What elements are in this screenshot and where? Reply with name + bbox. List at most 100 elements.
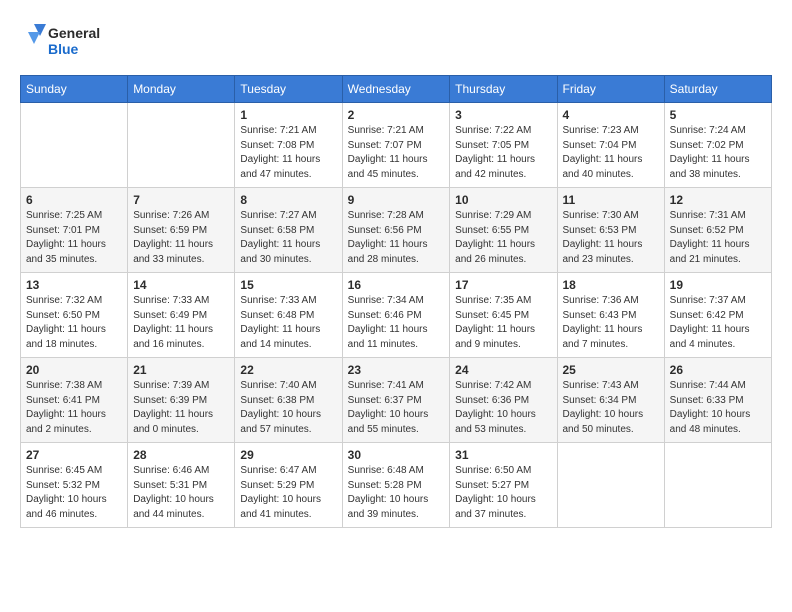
calendar-cell: 24 Sunrise: 7:42 AM Sunset: 6:36 PM Dayli…	[450, 358, 557, 443]
day-info: Sunrise: 7:26 AM Sunset: 6:59 PM Dayligh…	[133, 209, 229, 267]
day-number: 22	[240, 363, 336, 377]
day-number: 15	[240, 278, 336, 292]
day-number: 26	[670, 363, 766, 377]
day-info: Sunrise: 7:33 AM Sunset: 6:49 PM Dayligh…	[133, 294, 229, 352]
day-info: Sunrise: 7:43 AM Sunset: 6:34 PM Dayligh…	[563, 379, 659, 437]
day-info: Sunrise: 7:32 AM Sunset: 6:50 PM Dayligh…	[26, 294, 122, 352]
calendar-cell: 30 Sunrise: 6:48 AM Sunset: 5:28 PM Dayli…	[342, 443, 450, 528]
day-number: 8	[240, 193, 336, 207]
calendar-cell: 22 Sunrise: 7:40 AM Sunset: 6:38 PM Dayli…	[235, 358, 342, 443]
weekday-header-saturday: Saturday	[664, 76, 771, 103]
day-number: 9	[348, 193, 445, 207]
day-number: 2	[348, 108, 445, 122]
svg-text:General: General	[48, 25, 100, 41]
weekday-header-thursday: Thursday	[450, 76, 557, 103]
day-number: 28	[133, 448, 229, 462]
day-number: 20	[26, 363, 122, 377]
day-info: Sunrise: 7:30 AM Sunset: 6:53 PM Dayligh…	[563, 209, 659, 267]
calendar-cell	[557, 443, 664, 528]
day-number: 25	[563, 363, 659, 377]
day-number: 23	[348, 363, 445, 377]
calendar-cell: 10 Sunrise: 7:29 AM Sunset: 6:55 PM Dayli…	[450, 188, 557, 273]
day-info: Sunrise: 7:31 AM Sunset: 6:52 PM Dayligh…	[670, 209, 766, 267]
calendar-table: SundayMondayTuesdayWednesdayThursdayFrid…	[20, 75, 772, 528]
day-info: Sunrise: 6:48 AM Sunset: 5:28 PM Dayligh…	[348, 464, 445, 522]
logo-svg: General Blue	[20, 20, 110, 65]
calendar-cell: 20 Sunrise: 7:38 AM Sunset: 6:41 PM Dayli…	[21, 358, 128, 443]
calendar-cell: 14 Sunrise: 7:33 AM Sunset: 6:49 PM Dayli…	[128, 273, 235, 358]
day-info: Sunrise: 7:24 AM Sunset: 7:02 PM Dayligh…	[670, 124, 766, 182]
weekday-header-friday: Friday	[557, 76, 664, 103]
day-number: 16	[348, 278, 445, 292]
day-info: Sunrise: 7:28 AM Sunset: 6:56 PM Dayligh…	[348, 209, 445, 267]
day-info: Sunrise: 7:25 AM Sunset: 7:01 PM Dayligh…	[26, 209, 122, 267]
calendar-cell: 29 Sunrise: 6:47 AM Sunset: 5:29 PM Dayli…	[235, 443, 342, 528]
calendar-cell	[128, 103, 235, 188]
calendar-cell: 28 Sunrise: 6:46 AM Sunset: 5:31 PM Dayli…	[128, 443, 235, 528]
calendar-cell: 26 Sunrise: 7:44 AM Sunset: 6:33 PM Dayli…	[664, 358, 771, 443]
day-info: Sunrise: 7:38 AM Sunset: 6:41 PM Dayligh…	[26, 379, 122, 437]
calendar-header: SundayMondayTuesdayWednesdayThursdayFrid…	[21, 76, 772, 103]
day-info: Sunrise: 7:34 AM Sunset: 6:46 PM Dayligh…	[348, 294, 445, 352]
day-number: 17	[455, 278, 551, 292]
calendar-cell	[21, 103, 128, 188]
day-number: 31	[455, 448, 551, 462]
day-number: 24	[455, 363, 551, 377]
day-number: 29	[240, 448, 336, 462]
calendar-cell: 7 Sunrise: 7:26 AM Sunset: 6:59 PM Daylig…	[128, 188, 235, 273]
calendar-cell: 23 Sunrise: 7:41 AM Sunset: 6:37 PM Dayli…	[342, 358, 450, 443]
calendar-cell: 19Sunrise: 7:37 AM Sunset: 6:42 PM Dayli…	[664, 273, 771, 358]
day-info: Sunrise: 7:21 AM Sunset: 7:07 PM Dayligh…	[348, 124, 445, 182]
day-info: Sunrise: 7:42 AM Sunset: 6:36 PM Dayligh…	[455, 379, 551, 437]
calendar-week-2: 6Sunrise: 7:25 AM Sunset: 7:01 PM Daylig…	[21, 188, 772, 273]
day-info: Sunrise: 6:46 AM Sunset: 5:31 PM Dayligh…	[133, 464, 229, 522]
calendar-cell: 6Sunrise: 7:25 AM Sunset: 7:01 PM Daylig…	[21, 188, 128, 273]
calendar-cell	[664, 443, 771, 528]
day-number: 13	[26, 278, 122, 292]
day-info: Sunrise: 7:44 AM Sunset: 6:33 PM Dayligh…	[670, 379, 766, 437]
calendar-cell: 5 Sunrise: 7:24 AM Sunset: 7:02 PM Daylig…	[664, 103, 771, 188]
day-number: 10	[455, 193, 551, 207]
calendar-cell: 25 Sunrise: 7:43 AM Sunset: 6:34 PM Dayli…	[557, 358, 664, 443]
calendar-week-4: 20 Sunrise: 7:38 AM Sunset: 6:41 PM Dayli…	[21, 358, 772, 443]
calendar-cell: 21 Sunrise: 7:39 AM Sunset: 6:39 PM Dayli…	[128, 358, 235, 443]
day-info: Sunrise: 7:36 AM Sunset: 6:43 PM Dayligh…	[563, 294, 659, 352]
day-number: 11	[563, 193, 659, 207]
day-number: 5	[670, 108, 766, 122]
day-info: Sunrise: 7:35 AM Sunset: 6:45 PM Dayligh…	[455, 294, 551, 352]
day-info: Sunrise: 7:40 AM Sunset: 6:38 PM Dayligh…	[240, 379, 336, 437]
day-number: 14	[133, 278, 229, 292]
calendar-cell: 13 Sunrise: 7:32 AM Sunset: 6:50 PM Dayli…	[21, 273, 128, 358]
day-number: 4	[563, 108, 659, 122]
calendar-cell: 27Sunrise: 6:45 AM Sunset: 5:32 PM Dayli…	[21, 443, 128, 528]
calendar-cell: 16 Sunrise: 7:34 AM Sunset: 6:46 PM Dayli…	[342, 273, 450, 358]
day-number: 3	[455, 108, 551, 122]
day-info: Sunrise: 7:41 AM Sunset: 6:37 PM Dayligh…	[348, 379, 445, 437]
calendar-cell: 18 Sunrise: 7:36 AM Sunset: 6:43 PM Dayli…	[557, 273, 664, 358]
day-info: Sunrise: 6:47 AM Sunset: 5:29 PM Dayligh…	[240, 464, 336, 522]
day-number: 1	[240, 108, 336, 122]
day-number: 18	[563, 278, 659, 292]
calendar-cell: 9 Sunrise: 7:28 AM Sunset: 6:56 PM Daylig…	[342, 188, 450, 273]
calendar-week-1: 1Sunrise: 7:21 AM Sunset: 7:08 PM Daylig…	[21, 103, 772, 188]
calendar-week-5: 27Sunrise: 6:45 AM Sunset: 5:32 PM Dayli…	[21, 443, 772, 528]
calendar-cell: 8 Sunrise: 7:27 AM Sunset: 6:58 PM Daylig…	[235, 188, 342, 273]
day-info: Sunrise: 7:29 AM Sunset: 6:55 PM Dayligh…	[455, 209, 551, 267]
day-number: 12	[670, 193, 766, 207]
page-header: General Blue	[20, 20, 772, 65]
day-number: 27	[26, 448, 122, 462]
day-number: 7	[133, 193, 229, 207]
day-info: Sunrise: 7:27 AM Sunset: 6:58 PM Dayligh…	[240, 209, 336, 267]
svg-text:Blue: Blue	[48, 41, 79, 57]
calendar-cell: 31Sunrise: 6:50 AM Sunset: 5:27 PM Dayli…	[450, 443, 557, 528]
calendar-cell: 12 Sunrise: 7:31 AM Sunset: 6:52 PM Dayli…	[664, 188, 771, 273]
day-number: 21	[133, 363, 229, 377]
weekday-header-tuesday: Tuesday	[235, 76, 342, 103]
day-info: Sunrise: 7:37 AM Sunset: 6:42 PM Dayligh…	[670, 294, 766, 352]
day-number: 30	[348, 448, 445, 462]
calendar-cell: 4 Sunrise: 7:23 AM Sunset: 7:04 PM Daylig…	[557, 103, 664, 188]
weekday-header-wednesday: Wednesday	[342, 76, 450, 103]
day-info: Sunrise: 7:33 AM Sunset: 6:48 PM Dayligh…	[240, 294, 336, 352]
day-info: Sunrise: 7:23 AM Sunset: 7:04 PM Dayligh…	[563, 124, 659, 182]
day-info: Sunrise: 7:39 AM Sunset: 6:39 PM Dayligh…	[133, 379, 229, 437]
